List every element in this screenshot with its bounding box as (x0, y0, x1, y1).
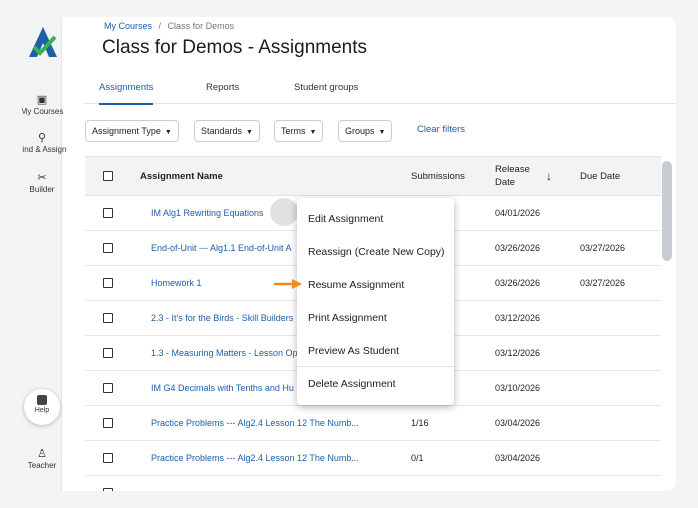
menu-resume-assignment[interactable]: Resume Assignment (308, 279, 404, 291)
sort-desc-icon[interactable]: ↓ (546, 169, 552, 183)
submissions-count: 0/1 (411, 453, 424, 463)
nav-builder[interactable]: ✂ Builder (22, 171, 62, 195)
cursor-highlight (270, 198, 298, 226)
breadcrumb-current: Class for Demos (167, 21, 235, 31)
col-release-date[interactable]: Release Date (495, 163, 539, 189)
person-icon: ♙ (37, 448, 47, 460)
row-checkbox[interactable] (103, 453, 113, 463)
col-assignment-name[interactable]: Assignment Name (140, 171, 223, 182)
row-checkbox[interactable] (103, 208, 113, 218)
breadcrumb-my-courses[interactable]: My Courses (104, 21, 152, 31)
filter-assignment-type[interactable]: Assignment Type ▼ (85, 120, 179, 142)
release-date: 03/12/2026 (495, 348, 541, 358)
row-checkbox[interactable] (103, 278, 113, 288)
release-date: 03/26/2026 (495, 243, 541, 253)
nav-my-courses[interactable]: ▣ My Courses (22, 93, 63, 117)
row-checkbox[interactable] (103, 383, 113, 393)
chevron-down-icon: ▼ (378, 129, 386, 136)
table-row[interactable]: Practice Problems --- Alg2.4 Lesson 12 T… (85, 406, 661, 441)
breadcrumb: My Courses / Class for Demos (104, 21, 235, 31)
col-submissions[interactable]: Submissions (411, 171, 465, 182)
menu-delete-assignment[interactable]: Delete Assignment (308, 378, 396, 390)
page-title: Class for Demos - Assignments (102, 37, 368, 58)
assignment-link[interactable]: Practice Problems --- Alg2.4 Lesson 12 T… (151, 453, 391, 463)
chevron-down-icon: ▼ (164, 129, 172, 136)
submissions-count: 1/16 (411, 418, 429, 428)
release-date: 04/01/2026 (495, 208, 541, 218)
app-logo (29, 27, 57, 57)
due-date: 03/27/2026 (580, 243, 626, 253)
table-row[interactable] (85, 476, 661, 491)
assignment-link[interactable]: Practice Problems --- Alg2.4 Lesson 12 T… (151, 418, 391, 428)
row-checkbox[interactable] (103, 348, 113, 358)
table-row[interactable]: Practice Problems --- Alg2.4 Lesson 12 T… (85, 441, 661, 476)
assignment-context-menu: Edit Assignment Reassign (Create New Cop… (297, 198, 454, 405)
row-checkbox[interactable] (103, 243, 113, 253)
release-date: 03/10/2026 (495, 383, 541, 393)
help-icon (37, 395, 47, 405)
release-date: 03/04/2026 (495, 453, 541, 463)
chevron-down-icon: ▼ (246, 129, 253, 136)
release-date: 03/04/2026 (495, 418, 541, 428)
release-date: 03/12/2026 (495, 313, 541, 323)
row-checkbox[interactable] (103, 418, 113, 428)
due-date: 03/27/2026 (580, 278, 626, 288)
nav-find-assign[interactable]: ⚲ Find & Assign (22, 131, 66, 155)
tab-student-groups[interactable]: Student groups (294, 82, 358, 93)
filter-standards[interactable]: Standards ▼ (194, 120, 260, 142)
nav-teacher-profile[interactable]: ♙ Teacher (22, 447, 62, 471)
tab-reports[interactable]: Reports (206, 82, 239, 93)
row-checkbox[interactable] (103, 313, 113, 323)
tab-assignments[interactable]: Assignments (99, 82, 154, 105)
filter-terms[interactable]: Terms ▼ (274, 120, 324, 142)
search-icon: ⚲ (37, 132, 47, 144)
col-due-date[interactable]: Due Date (580, 171, 620, 182)
menu-edit-assignment[interactable]: Edit Assignment (308, 213, 383, 225)
menu-print-assignment[interactable]: Print Assignment (308, 312, 387, 324)
left-nav-rail: ▣ My Courses ⚲ Find & Assign ✂ Builder H… (22, 17, 66, 491)
select-all-checkbox[interactable] (103, 171, 113, 181)
clear-filters-link[interactable]: Clear filters (417, 124, 465, 135)
courses-icon: ▣ (36, 94, 48, 106)
row-checkbox[interactable] (103, 488, 113, 491)
builder-icon: ✂ (37, 172, 47, 184)
table-header: Assignment Name Submissions Release Date… (85, 156, 661, 196)
annotation-arrow-icon (274, 279, 302, 289)
release-date: 03/26/2026 (495, 278, 541, 288)
menu-preview-as-student[interactable]: Preview As Student (308, 345, 399, 357)
help-button[interactable]: Help (24, 389, 60, 425)
menu-reassign[interactable]: Reassign (Create New Copy) (308, 246, 445, 258)
table-scrollbar[interactable] (662, 161, 672, 261)
chevron-down-icon: ▼ (309, 129, 317, 136)
filter-groups[interactable]: Groups ▼ (338, 120, 393, 142)
menu-divider (297, 366, 454, 367)
tab-bar: Assignments Reports Student groups (84, 77, 676, 105)
